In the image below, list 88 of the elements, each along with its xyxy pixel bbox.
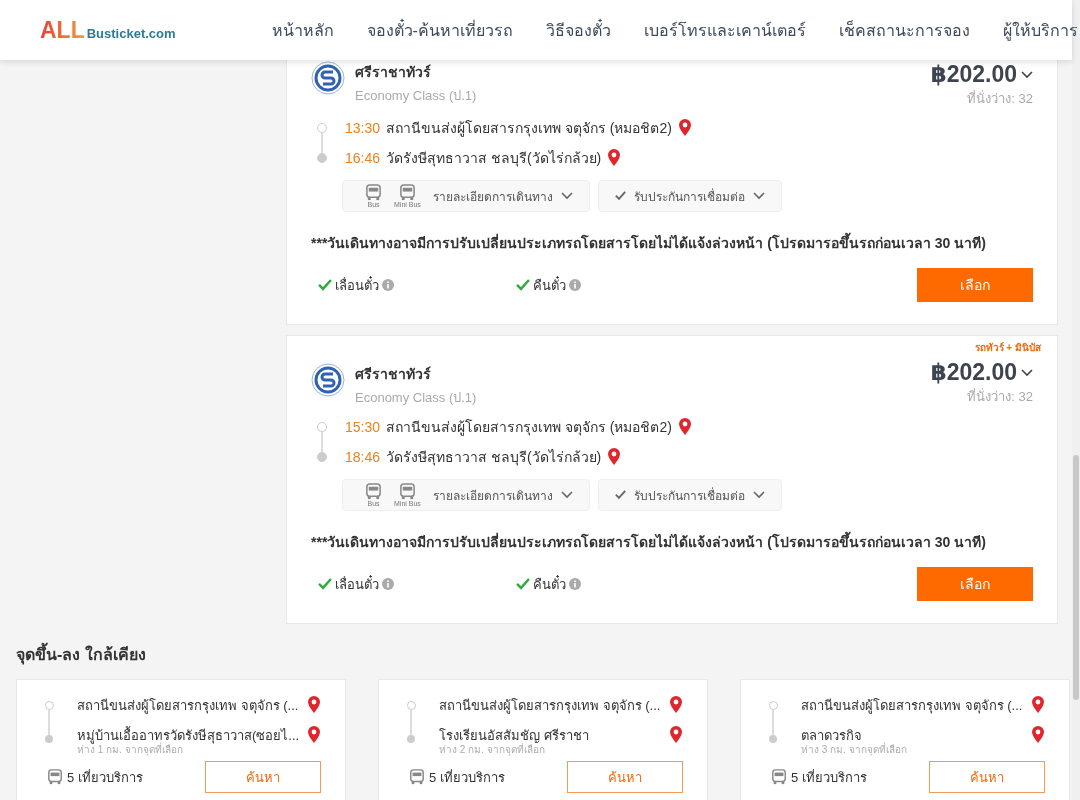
stop-time: 13:30 [345, 120, 381, 136]
chevron-down-icon [1021, 70, 1033, 79]
chevron-down-icon [752, 491, 765, 499]
seats-available: ที่นั่งว่าง: 32 [967, 89, 1033, 108]
chevron-down-icon [1021, 368, 1033, 377]
trip-count: 5 เที่ยวบริการ [791, 768, 867, 787]
check-icon [516, 578, 530, 590]
stop-place: วัดรังษีสุทธาวาส ชลบุรี(วัดไร่กล้วย) [386, 149, 602, 169]
trip-count: 5 เที่ยวบริการ [67, 768, 143, 787]
check-icon [318, 279, 332, 291]
stop-place: ตลาดวรกิจ [801, 726, 862, 743]
notice-text: ***วันเดินทางอาจมีการปรับเปลี่ยนประเภทรถโดยสารโดยไม่ได้แจ้งล่วงหน้า (โปรดมารอขึ้นรถก่อนเวลา 30 นาที) [311, 232, 1033, 254]
info-icon [569, 279, 581, 291]
operator-logo-icon [311, 363, 345, 397]
location-pin-icon [1031, 725, 1045, 745]
connection-guarantee-button[interactable]: รับประกันการเชื่อมต่อ [597, 479, 782, 511]
check-icon [614, 191, 626, 201]
check-icon [516, 279, 530, 291]
nav-link[interactable]: เบอร์โทรและเคาน์เตอร์ [643, 17, 806, 43]
seats-available: ที่นั่งว่าง: 32 [967, 387, 1033, 406]
notice-text: ***วันเดินทางอาจมีการปรับเปลี่ยนประเภทรถโดยสารโดยไม่ได้แจ้งล่วงหน้า (โปรดมารอขึ้นรถก่อนเวลา 30 นาที) [311, 531, 1033, 553]
location-pin-icon [307, 725, 321, 745]
timeline-dot [317, 123, 327, 133]
timeline-dot [317, 153, 327, 163]
nav-link[interactable]: หน้าหลัก [271, 17, 334, 43]
stop-place: สถานีขนส่งผู้โดยสารกรุงเทพ จตุจักร (... [77, 696, 299, 716]
location-pin-icon [307, 695, 321, 715]
stop-time: 15:30 [345, 419, 381, 435]
operator-name: ศรีราชาทัวร์ [355, 365, 432, 384]
location-pin-icon [607, 447, 622, 467]
vehicle-tag: รถทัวร์ + มินิบัส [974, 340, 1041, 355]
timeline-dot [407, 701, 416, 710]
location-pin-icon [677, 417, 692, 437]
class-label: Economy Class (ป.1) [355, 87, 477, 105]
distance-label: ห่าง 3 กม. จากจุดที่เลือก [800, 742, 908, 757]
timeline-dot [769, 735, 777, 743]
site-logo[interactable]: ALL Busticket.com [40, 16, 176, 44]
distance-label: ห่าง 2 กม. จากจุดที่เลือก [438, 742, 546, 757]
stop-place: หมู่บ้านเอื้ออาทรวัดรังษีสุธาวาส(ซอยไ... [77, 725, 300, 744]
bus-icon [398, 184, 416, 201]
stop-place: โรงเรียนอัสสัมชัญ ศรีราชา [439, 726, 589, 743]
timeline-dot [407, 735, 415, 743]
stop-place: สถานีขนส่งผู้โดยสารกรุงเทพ จตุจักร (... [801, 696, 1023, 716]
location-pin-icon [1031, 695, 1045, 715]
bus-icon [47, 769, 63, 785]
nav-link[interactable]: วิธีจองตั๋ว [545, 17, 611, 43]
policy-label: คืนตั๋ว [533, 574, 566, 594]
bus-icon [365, 184, 382, 201]
policy-label: เลื่อนตั๋ว [335, 574, 379, 594]
operator-name: ศรีราชาทัวร์ [355, 63, 432, 82]
timeline-dot [317, 452, 327, 462]
stop-place: สถานีขนส่งผู้โดยสารกรุงเทพ จตุจักร (หมอชิต2) [386, 119, 672, 139]
info-icon [382, 279, 394, 291]
nav-link[interactable]: จองตั๋ว-ค้นหาเที่ยวรถ [366, 17, 513, 43]
location-pin-icon [677, 118, 692, 138]
connection-guarantee-button[interactable]: รับประกันการเชื่อมต่อ [597, 180, 782, 212]
timeline-dot [45, 735, 53, 743]
bus-icon [398, 483, 416, 500]
check-icon [614, 490, 626, 500]
nav-link[interactable]: เช็คสถานะการจอง [838, 17, 970, 43]
chevron-down-icon [560, 192, 573, 200]
timeline-dot [45, 701, 54, 710]
location-pin-icon [669, 725, 683, 745]
location-pin-icon [669, 695, 683, 715]
stop-place: สถานีขนส่งผู้โดยสารกรุงเทพ จตุจักร (หมอชิต2) [386, 418, 672, 438]
location-pin-icon [607, 148, 622, 168]
policy-label: คืนตั๋ว [533, 275, 566, 295]
price[interactable]: ฿202.00 [930, 359, 1033, 386]
stop-time: 16:46 [345, 150, 381, 166]
section-title: จุดขึ้น-ลง ใกล้เคียง [16, 642, 1080, 667]
chevron-down-icon [752, 192, 765, 200]
timeline-dot [317, 422, 327, 432]
timeline-dot [769, 701, 778, 710]
bus-icon [365, 483, 382, 500]
info-icon [569, 578, 581, 590]
info-icon [382, 578, 394, 590]
policy-label: เลื่อนตั๋ว [335, 275, 379, 295]
price[interactable]: ฿202.00 [930, 61, 1033, 88]
class-label: Economy Class (ป.1) [355, 389, 477, 407]
stop-time: 18:46 [345, 449, 381, 465]
stop-place: วัดรังษีสุทธาวาส ชลบุรี(วัดไร่กล้วย) [386, 448, 602, 468]
bus-icon [771, 769, 787, 785]
bus-icon [409, 769, 425, 785]
chevron-down-icon [560, 491, 573, 499]
trip-count: 5 เที่ยวบริการ [429, 768, 505, 787]
stop-place: สถานีขนส่งผู้โดยสารกรุงเทพ จตุจักร (... [439, 696, 661, 716]
check-icon [318, 578, 332, 590]
nav-link[interactable]: ผู้ให้บริการ [1002, 17, 1078, 43]
